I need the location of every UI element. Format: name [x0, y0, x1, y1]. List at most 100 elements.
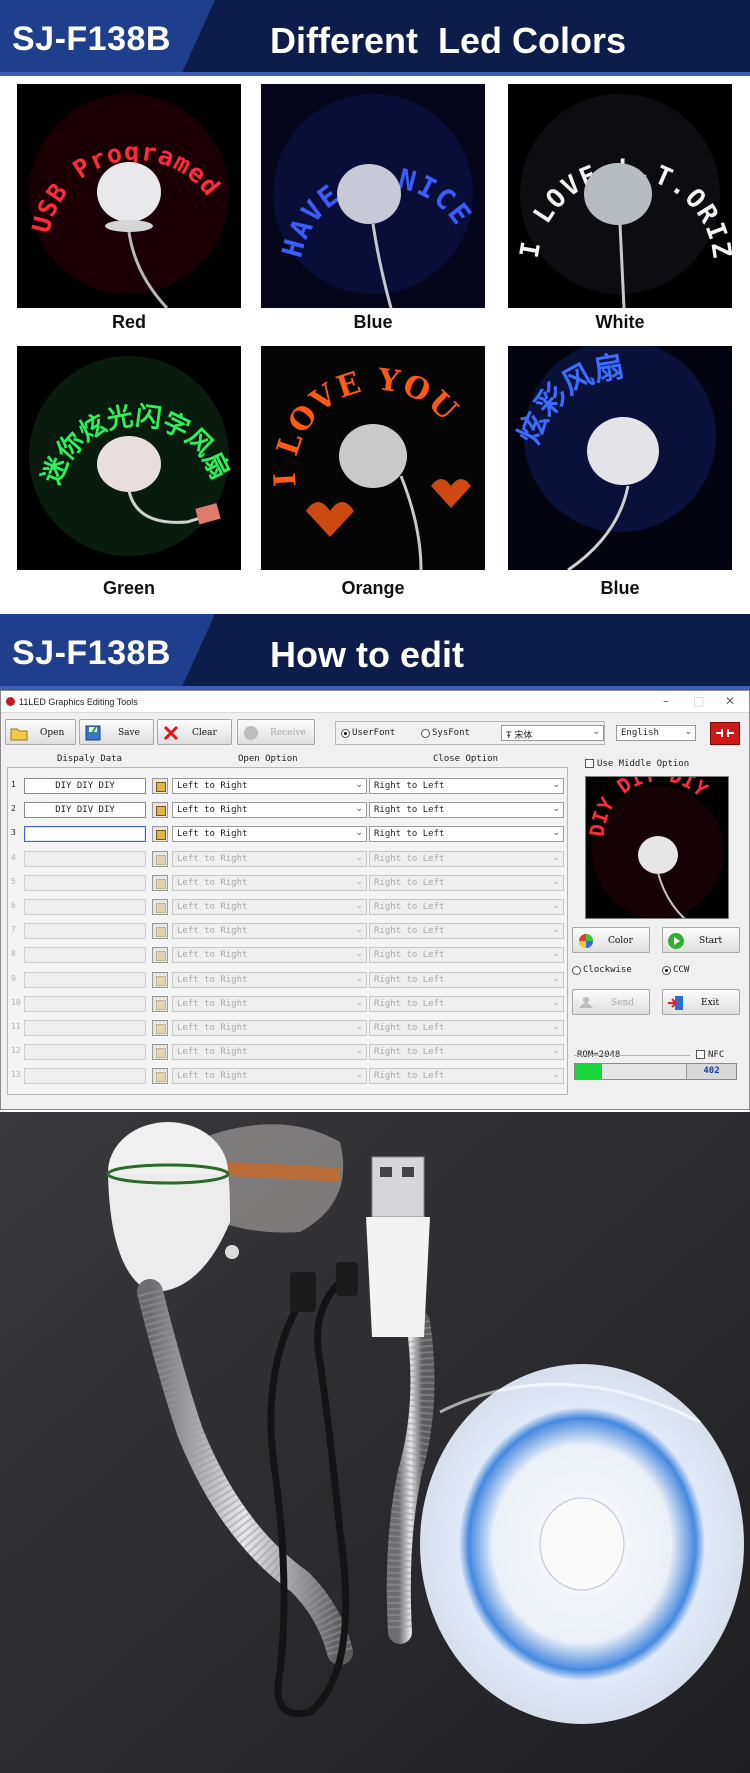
clear-button[interactable]: Clear	[157, 719, 232, 745]
font-select[interactable]: Ŧ 宋体 ⌄	[501, 725, 604, 741]
open-label: Open	[40, 728, 65, 738]
send-button: Send	[572, 989, 650, 1015]
nfc-checkbox[interactable]	[696, 1050, 705, 1059]
edit-graphic-icon	[152, 874, 168, 891]
chevron-down-icon: ⌄	[552, 780, 560, 790]
chevron-down-icon: ⌄	[552, 901, 560, 911]
chevron-down-icon: ⌄	[552, 1046, 560, 1057]
close-option-select: Right to Left ⌄	[369, 1044, 564, 1061]
window-title: 11LED Graphics Editing Tools	[19, 697, 138, 707]
nfc-label: NFC	[708, 1050, 725, 1060]
close-option-value: Right to Left	[374, 1047, 445, 1058]
exit-door-icon	[668, 996, 683, 1010]
open-option-value: Left to Right	[177, 805, 248, 816]
chevron-down-icon: ⌄	[552, 852, 560, 863]
tile-label-blue-2: Blue	[600, 578, 640, 598]
chevron-down-icon: ⌄	[552, 973, 560, 984]
tile-label-white: White	[595, 312, 645, 332]
display-data-input	[24, 971, 146, 988]
chevron-down-icon: ⌄	[552, 804, 560, 815]
product-photo	[0, 1112, 750, 1773]
display-data-input	[24, 947, 146, 964]
display-data-input[interactable]: DIY DIY DIY	[24, 778, 146, 794]
clockwise-label: Clockwise	[583, 965, 632, 975]
language-select[interactable]: English ⌄	[616, 725, 696, 741]
tile-label-red: Red	[111, 312, 146, 332]
close-option-select: Right to Left ⌄	[369, 874, 564, 891]
open-button[interactable]: Open	[5, 719, 76, 745]
display-data-input[interactable]	[24, 826, 146, 843]
receive-icon	[244, 726, 258, 740]
edit-graphic-icon	[152, 923, 168, 940]
table-row: 13 Left to Right ⌄ Right to Left ⌄	[8, 1066, 568, 1087]
open-option-select: Left to Right ⌄	[172, 874, 367, 891]
banner-stripe	[0, 72, 750, 76]
close-option-value: Right to Left	[374, 998, 445, 1009]
close-option-value: Right to Left	[374, 1071, 445, 1082]
row-number: 3	[11, 828, 16, 838]
close-icon[interactable]: ✕	[725, 694, 735, 708]
chevron-down-icon: ⌄	[355, 925, 363, 936]
edit-graphic-icon	[152, 1020, 168, 1036]
table-row: 5 Left to Right ⌄ Right to Left ⌄	[8, 873, 568, 894]
close-option-select: Right to Left ⌄	[369, 899, 564, 915]
display-data-input	[24, 874, 146, 891]
sysfont-radio[interactable]	[421, 729, 430, 738]
close-option-select[interactable]: Right to Left ⌄	[369, 826, 564, 843]
table-row: 3 Left to Right ⌄ Right to Left ⌄	[8, 824, 568, 845]
open-option-select[interactable]: Left to Right ⌄	[172, 778, 367, 794]
chevron-down-icon: ⌄	[355, 852, 363, 863]
close-option-select[interactable]: Right to Left ⌄	[369, 778, 564, 794]
language-value: English	[621, 728, 659, 738]
model-label: SJ-F138B	[12, 20, 171, 58]
exit-button[interactable]: Exit	[662, 989, 740, 1015]
chevron-down-icon: ⌄	[552, 1022, 560, 1032]
open-option-value: Left to Right	[177, 1047, 248, 1058]
close-option-value: Right to Left	[374, 974, 445, 985]
minimize-icon[interactable]: –	[663, 694, 669, 708]
edit-graphic-icon	[152, 1068, 168, 1085]
open-option-select[interactable]: Left to Right ⌄	[172, 802, 367, 819]
chevron-down-icon: ⌄	[355, 828, 363, 839]
open-option-select[interactable]: Left to Right ⌄	[172, 826, 367, 843]
color-tile-orange: I LOVE YOU	[261, 346, 485, 570]
tile-label-orange: Orange	[341, 578, 405, 598]
display-data-input	[24, 995, 146, 1012]
start-button[interactable]: Start	[662, 927, 740, 953]
edit-graphic-icon[interactable]	[152, 778, 168, 794]
maximize-icon: □	[693, 694, 705, 708]
ccw-radio[interactable]	[662, 966, 671, 975]
chevron-down-icon: ⌄	[355, 1070, 363, 1081]
color-button[interactable]: Color	[572, 927, 650, 953]
model-badge-2: SJ-F138B	[0, 614, 215, 690]
close-option-select: Right to Left ⌄	[369, 947, 564, 964]
close-option-select[interactable]: Right to Left ⌄	[369, 802, 564, 819]
table-row: 11 Left to Right ⌄ Right to Left ⌄	[8, 1018, 568, 1039]
open-option-value: Left to Right	[177, 853, 248, 864]
progress-count: 402	[686, 1064, 736, 1079]
connect-usb-icon[interactable]	[710, 722, 740, 745]
table-row: 10 Left to Right ⌄ Right to Left ⌄	[8, 994, 568, 1015]
chevron-down-icon: ⌄	[684, 727, 692, 737]
window-titlebar: 11LED Graphics Editing Tools – □ ✕	[1, 691, 749, 713]
chevron-down-icon: ⌄	[355, 949, 363, 960]
chevron-down-icon: ⌄	[552, 949, 560, 960]
edit-graphic-icon[interactable]	[152, 826, 168, 843]
chevron-down-icon: ⌄	[355, 876, 363, 887]
edit-graphic-icon[interactable]	[152, 802, 168, 819]
middle-option-checkbox[interactable]	[585, 759, 594, 768]
row-number: 1	[11, 780, 16, 789]
close-option-value: Right to Left	[374, 829, 445, 840]
close-option-value: Right to Left	[374, 781, 445, 791]
clockwise-radio[interactable]	[572, 966, 581, 975]
userfont-radio[interactable]	[341, 729, 350, 738]
chevron-down-icon: ⌄	[552, 1070, 560, 1081]
open-option-select: Left to Right ⌄	[172, 947, 367, 964]
close-option-value: Right to Left	[374, 926, 445, 937]
open-option-value: Left to Right	[177, 974, 248, 985]
display-data-input[interactable]: DIY DIV DIY	[24, 802, 146, 819]
table-row: 7 Left to Right ⌄ Right to Left ⌄	[8, 921, 568, 942]
row-number: 5	[11, 876, 16, 886]
save-button[interactable]: Save	[79, 719, 154, 745]
sysfont-label: SysFont	[432, 728, 470, 738]
